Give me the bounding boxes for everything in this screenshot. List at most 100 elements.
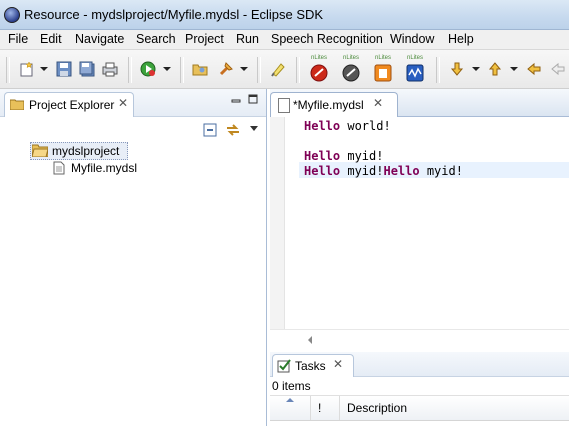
title-bar: Resource - mydslproject/Myfile.mydsl - E… bbox=[0, 0, 569, 30]
close-icon[interactable]: ✕ bbox=[118, 96, 128, 110]
tab-project-explorer[interactable]: Project Explorer ✕ bbox=[4, 92, 134, 117]
previous-annotation-dropdown[interactable] bbox=[510, 67, 518, 71]
next-annotation-icon[interactable] bbox=[449, 61, 465, 77]
toolbar-separator bbox=[296, 57, 300, 83]
keyword: Hello bbox=[304, 164, 341, 178]
new-wizard-dropdown[interactable] bbox=[40, 67, 48, 71]
toolbar-separator bbox=[128, 57, 132, 83]
tree-item-mydslproject[interactable]: mydslproject bbox=[52, 144, 119, 158]
eclipse-icon bbox=[4, 7, 20, 23]
menu-search[interactable]: Search bbox=[136, 32, 176, 46]
window-title: Resource - mydslproject/Myfile.mydsl - E… bbox=[24, 7, 324, 22]
menu-help[interactable]: Help bbox=[448, 32, 474, 46]
search-dropdown[interactable] bbox=[240, 67, 248, 71]
horizontal-scrollbar[interactable] bbox=[270, 329, 569, 350]
previous-annotation-icon[interactable] bbox=[487, 61, 503, 77]
search-icon[interactable] bbox=[218, 61, 234, 77]
scroll-left-icon[interactable] bbox=[308, 336, 312, 344]
column-header-priority[interactable]: ! bbox=[318, 401, 321, 415]
minimize-icon[interactable] bbox=[231, 94, 241, 104]
tree-item-myfile[interactable]: Myfile.mydsl bbox=[71, 161, 137, 175]
new-wizard-icon[interactable] bbox=[19, 61, 35, 77]
nlites-3-icon bbox=[374, 64, 392, 82]
nlites-4-icon bbox=[406, 64, 424, 82]
code-text: myid! bbox=[340, 149, 384, 163]
sort-up-icon bbox=[286, 398, 294, 402]
collapse-all-icon[interactable] bbox=[203, 123, 217, 137]
nlites-label: nLites bbox=[310, 55, 327, 61]
nlites-label: nLites bbox=[342, 55, 359, 61]
menu-speech-recognition[interactable]: Speech Recognition bbox=[271, 32, 383, 46]
menu-run[interactable]: Run bbox=[236, 32, 259, 46]
view-menu-icon[interactable] bbox=[250, 126, 258, 131]
maximize-icon[interactable] bbox=[248, 94, 258, 104]
toolbar-grip bbox=[6, 57, 10, 83]
tab-myfile-mydsl[interactable]: *Myfile.mydsl ✕ bbox=[270, 92, 398, 117]
editor-header: *Myfile.mydsl ✕ bbox=[270, 89, 569, 117]
highlight-icon[interactable] bbox=[270, 61, 286, 77]
menu-edit[interactable]: Edit bbox=[40, 32, 62, 46]
print-icon[interactable] bbox=[102, 61, 118, 77]
back-icon[interactable] bbox=[550, 61, 566, 77]
next-annotation-dropdown[interactable] bbox=[472, 67, 480, 71]
column-divider[interactable] bbox=[310, 396, 311, 420]
editor-area: *Myfile.mydsl ✕ Hello world! Hello myid!… bbox=[270, 89, 569, 350]
tasks-tab-label: Tasks bbox=[295, 359, 326, 373]
nlites-label: nLites bbox=[374, 55, 391, 61]
tasks-header: Tasks ✕ bbox=[270, 352, 569, 377]
menu-bar: File Edit Navigate Search Project Run Sp… bbox=[0, 30, 569, 50]
project-folder-icon bbox=[32, 144, 48, 157]
nlites-2-button[interactable]: nLites bbox=[340, 55, 362, 83]
nlites-label: nLites bbox=[406, 55, 423, 61]
menu-navigate[interactable]: Navigate bbox=[75, 32, 124, 46]
menu-file[interactable]: File bbox=[8, 32, 28, 46]
column-header-description[interactable]: Description bbox=[347, 401, 407, 415]
save-all-icon[interactable] bbox=[79, 61, 95, 77]
open-type-icon[interactable] bbox=[192, 61, 208, 77]
code-text: world! bbox=[340, 119, 391, 133]
column-header-complete[interactable] bbox=[270, 396, 310, 420]
nlites-3-button[interactable]: nLites bbox=[372, 55, 394, 83]
nlites-4-button[interactable]: nLites bbox=[404, 55, 426, 83]
nlites-1-button[interactable]: nLites bbox=[308, 55, 330, 83]
nlites-2-icon bbox=[342, 64, 360, 82]
code-text: myid! bbox=[419, 164, 463, 178]
nlites-1-icon bbox=[310, 64, 328, 82]
tasks-table-header: ! Description bbox=[270, 395, 569, 421]
project-explorer-view: Project Explorer ✕ mydslproject Myfile.m… bbox=[0, 89, 267, 426]
toolbar-separator bbox=[180, 57, 184, 83]
close-icon[interactable]: ✕ bbox=[333, 357, 343, 371]
keyword: Hello bbox=[304, 119, 341, 133]
code-line-3[interactable]: Hello myid! bbox=[304, 149, 383, 163]
toolbar-separator bbox=[257, 57, 261, 83]
column-divider[interactable] bbox=[339, 396, 340, 420]
file-icon bbox=[53, 161, 65, 175]
line-gutter bbox=[285, 117, 299, 339]
run-icon[interactable] bbox=[140, 61, 156, 77]
project-explorer-tab-label: Project Explorer bbox=[29, 98, 115, 112]
tab-tasks[interactable]: Tasks ✕ bbox=[272, 354, 354, 377]
keyword: Hello bbox=[304, 149, 341, 163]
tasks-icon bbox=[277, 359, 291, 373]
file-icon bbox=[278, 98, 290, 113]
editor-tab-label: *Myfile.mydsl bbox=[293, 98, 364, 112]
folder-icon bbox=[10, 99, 24, 110]
item-count: 0 items bbox=[272, 379, 311, 393]
code-text: myid! bbox=[340, 164, 384, 178]
main-toolbar: nLites nLites nLites nLites bbox=[0, 50, 569, 89]
link-with-editor-icon[interactable] bbox=[225, 122, 241, 138]
keyword: Hello bbox=[383, 164, 420, 178]
project-explorer-toolbar bbox=[0, 117, 266, 141]
run-dropdown[interactable] bbox=[163, 67, 171, 71]
tasks-view: Tasks ✕ 0 items ! Description bbox=[270, 352, 569, 426]
menu-project[interactable]: Project bbox=[185, 32, 224, 46]
toolbar-separator bbox=[436, 57, 440, 83]
last-edit-icon[interactable] bbox=[526, 61, 542, 77]
save-icon[interactable] bbox=[56, 61, 72, 77]
code-line-4[interactable]: Hello myid!Hello myid! bbox=[304, 164, 463, 178]
project-explorer-header: Project Explorer ✕ bbox=[0, 89, 266, 117]
menu-window[interactable]: Window bbox=[390, 32, 434, 46]
close-icon[interactable]: ✕ bbox=[373, 96, 383, 110]
code-line-1[interactable]: Hello world! bbox=[304, 119, 391, 133]
overview-ruler bbox=[270, 117, 285, 339]
